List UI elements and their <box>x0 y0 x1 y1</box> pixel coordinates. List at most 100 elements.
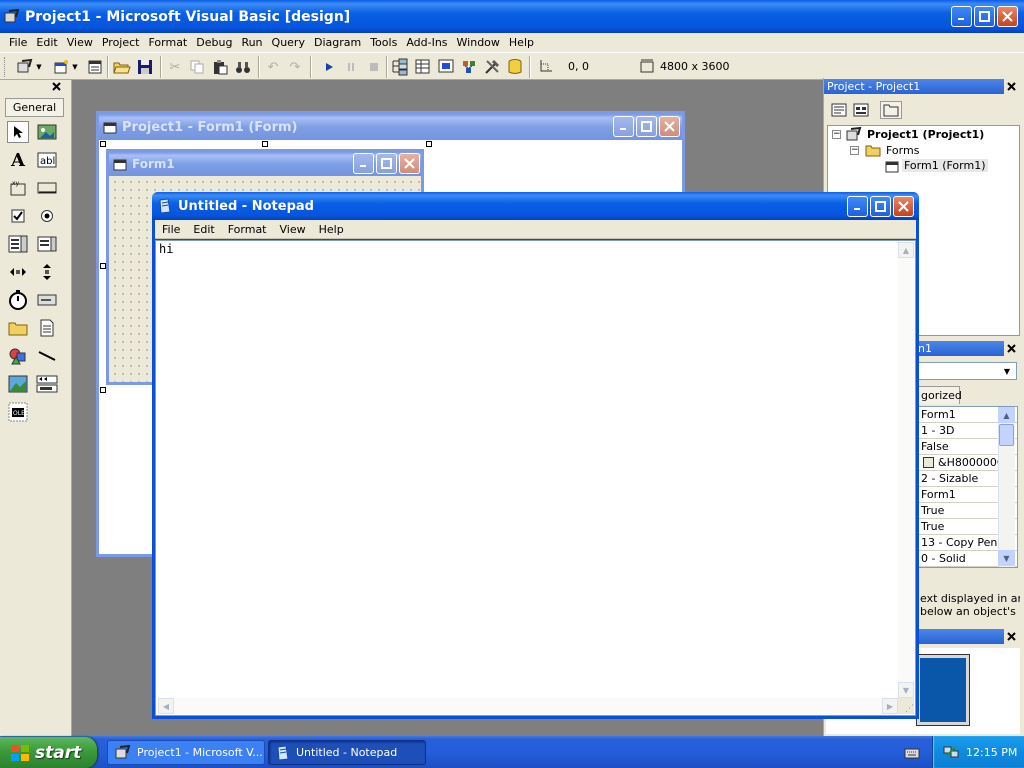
scroll-up-icon[interactable]: ▲ <box>998 407 1015 423</box>
combobox-tool-icon[interactable] <box>7 233 29 255</box>
image-tool-icon[interactable] <box>7 373 29 395</box>
notepad-menu-view[interactable]: View <box>280 223 306 236</box>
sizing-handle[interactable] <box>100 263 106 269</box>
notepad-menu-help[interactable]: Help <box>319 223 344 236</box>
clock[interactable]: 12:15 PM <box>966 746 1017 759</box>
shape-tool-icon[interactable] <box>7 345 29 367</box>
properties-close-button[interactable] <box>1005 342 1018 355</box>
vb-menu-help[interactable]: Help <box>509 36 534 49</box>
form1-minimize-button[interactable] <box>353 153 374 174</box>
open-project-icon[interactable] <box>111 56 133 78</box>
paste-icon[interactable] <box>209 56 231 78</box>
properties-window-icon[interactable] <box>412 56 434 78</box>
notepad-title-bar[interactable]: Untitled - Notepad <box>152 192 919 220</box>
form-designer-title-bar[interactable]: Project1 - Form1 (Form) <box>99 114 682 140</box>
project-explorer-close-button[interactable] <box>1005 80 1018 93</box>
notepad-menu-file[interactable]: File <box>162 223 180 236</box>
form-designer-maximize-button[interactable] <box>636 116 657 137</box>
sizing-handle[interactable] <box>262 141 268 147</box>
vb-menu-tools[interactable]: Tools <box>370 36 397 49</box>
hscrollbar-tool-icon[interactable] <box>7 261 29 283</box>
notepad-scroll-down-icon[interactable]: ▼ <box>898 682 914 698</box>
tab-categorized[interactable]: gorized <box>918 386 962 404</box>
dropdown-arrow-icon[interactable]: ▼ <box>70 56 80 78</box>
commandbutton-tool-icon[interactable] <box>36 177 58 199</box>
notepad-close-button[interactable] <box>893 196 914 217</box>
optionbutton-tool-icon[interactable] <box>36 205 58 227</box>
project-explorer-title-bar[interactable]: Project - Project1 <box>824 79 1004 94</box>
form1-maximize-button[interactable] <box>376 153 397 174</box>
tree-expander-icon[interactable]: − <box>832 130 841 139</box>
ole-tool-icon[interactable]: OLE <box>7 401 29 423</box>
taskbar-item-vb[interactable]: Project1 - Microsoft V... <box>107 740 265 765</box>
notepad-scroll-up-icon[interactable]: ▲ <box>898 242 914 258</box>
filelistbox-tool-icon[interactable] <box>36 317 58 339</box>
undo-icon[interactable]: ↶ <box>262 56 284 78</box>
form1-title-bar[interactable]: Form1 <box>109 152 421 176</box>
vb-title-bar[interactable]: Project1 - Microsoft Visual Basic [desig… <box>0 0 1024 33</box>
size-grip-icon[interactable]: ⋰ <box>898 698 914 714</box>
notepad-vertical-scrollbar[interactable] <box>898 258 914 682</box>
tree-item-project1[interactable]: Project1 (Project1) <box>867 128 984 141</box>
line-tool-icon[interactable] <box>36 345 58 367</box>
tree-item-forms[interactable]: Forms <box>886 144 919 157</box>
vb-menu-window[interactable]: Window <box>457 36 500 49</box>
vb-menu-debug[interactable]: Debug <box>196 36 232 49</box>
notepad-menu-edit[interactable]: Edit <box>193 223 214 236</box>
find-icon[interactable] <box>232 56 254 78</box>
view-code-icon[interactable] <box>829 101 849 119</box>
copy-icon[interactable] <box>186 56 208 78</box>
form-layout-icon[interactable] <box>435 56 457 78</box>
notepad-text-area[interactable]: hi <box>155 240 916 716</box>
vscrollbar-tool-icon[interactable] <box>36 261 58 283</box>
tree-item-form1[interactable]: Form1 (Form1) <box>902 159 988 172</box>
break-icon[interactable] <box>340 56 362 78</box>
notepad-minimize-button[interactable] <box>847 196 868 217</box>
drivelistbox-tool-icon[interactable] <box>36 289 58 311</box>
notepad-scroll-left-icon[interactable]: ◀ <box>158 698 174 714</box>
view-object-icon[interactable] <box>851 101 871 119</box>
pointer-tool-icon[interactable] <box>7 121 29 143</box>
cut-icon[interactable]: ✂ <box>164 56 186 78</box>
form-layout-monitor[interactable] <box>916 654 970 726</box>
vb-minimize-button[interactable] <box>951 6 972 27</box>
dirlistbox-tool-icon[interactable] <box>7 317 29 339</box>
timer-tool-icon[interactable] <box>7 289 29 311</box>
toolbox-tab-general[interactable]: General <box>5 98 64 117</box>
scroll-thumb[interactable] <box>999 424 1014 446</box>
end-icon[interactable] <box>363 56 385 78</box>
vb-menu-edit[interactable]: Edit <box>36 36 57 49</box>
vb-menu-query[interactable]: Query <box>272 36 305 49</box>
frame-tool-icon[interactable]: xy <box>7 177 29 199</box>
sizing-handle[interactable] <box>426 141 432 147</box>
sizing-handle[interactable] <box>100 141 106 147</box>
checkbox-tool-icon[interactable] <box>7 205 29 227</box>
vb-menu-project[interactable]: Project <box>102 36 140 49</box>
form-layout-close-button[interactable] <box>1005 630 1018 643</box>
add-project-icon[interactable] <box>14 56 36 78</box>
vb-menu-format[interactable]: Format <box>148 36 187 49</box>
vb-menu-diagram[interactable]: Diagram <box>314 36 361 49</box>
taskbar-item-notepad[interactable]: Untitled - Notepad <box>268 740 426 765</box>
network-icon[interactable] <box>942 744 960 760</box>
project-explorer-icon[interactable] <box>389 56 411 78</box>
save-project-icon[interactable] <box>134 56 156 78</box>
toolbox-close-button[interactable] <box>50 80 63 93</box>
listbox-tool-icon[interactable] <box>36 233 58 255</box>
sizing-handle[interactable] <box>100 387 106 393</box>
tree-expander-icon[interactable]: − <box>850 146 859 155</box>
vb-menu-addins[interactable]: Add-Ins <box>406 36 447 49</box>
picturebox-tool-icon[interactable] <box>36 121 58 143</box>
toolbox-icon[interactable] <box>481 56 503 78</box>
start-icon[interactable] <box>318 56 340 78</box>
dropdown-arrow-icon[interactable]: ▼ <box>999 363 1015 379</box>
scroll-down-icon[interactable]: ▼ <box>998 550 1015 566</box>
vb-menu-view[interactable]: View <box>67 36 93 49</box>
vb-menu-file[interactable]: File <box>9 36 27 49</box>
data-view-icon[interactable] <box>504 56 526 78</box>
notepad-horizontal-scrollbar[interactable] <box>174 698 882 714</box>
data-tool-icon[interactable] <box>36 373 58 395</box>
textbox-tool-icon[interactable]: abl <box>36 149 58 171</box>
notepad-maximize-button[interactable] <box>870 196 891 217</box>
start-button[interactable]: start <box>0 737 97 768</box>
